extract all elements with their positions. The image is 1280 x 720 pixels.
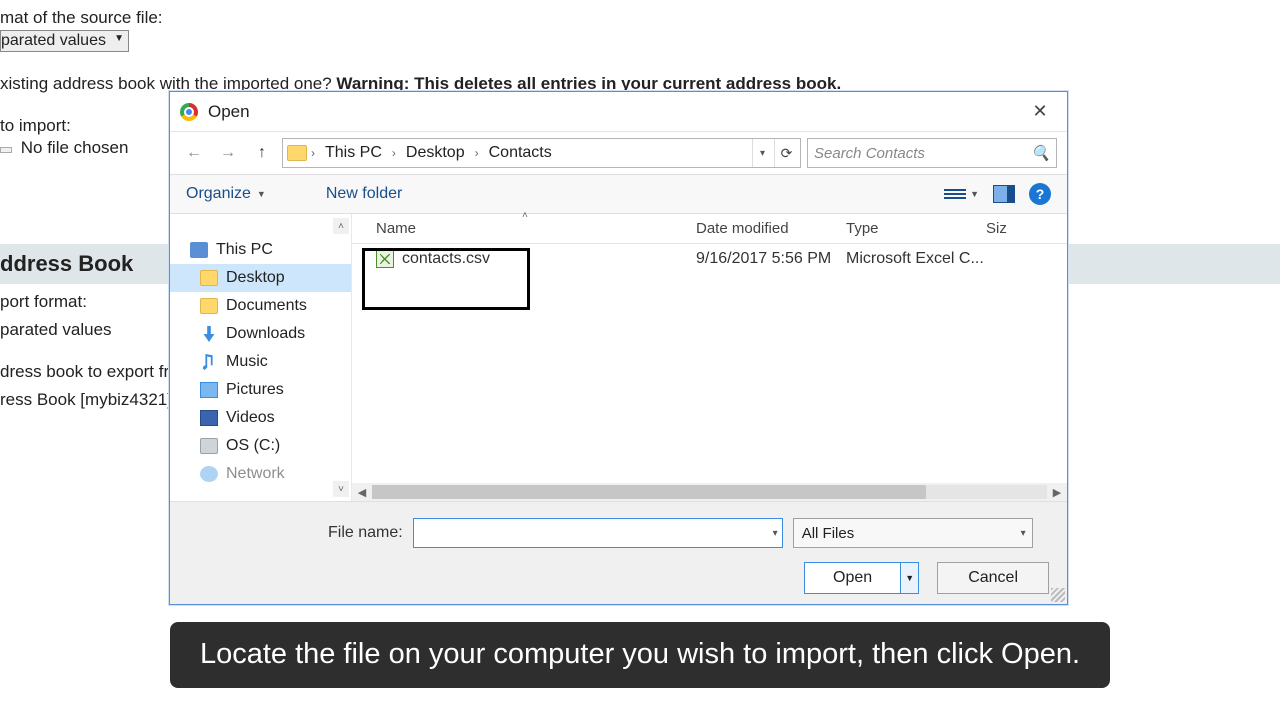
nav-tree: ˄ This PC Desktop Documents Downloads Mu… bbox=[170, 214, 352, 501]
back-button[interactable]: ← bbox=[180, 139, 208, 167]
up-icon bbox=[258, 144, 266, 162]
tree-scroll-down[interactable]: ˅ bbox=[333, 481, 349, 497]
file-name: contacts.csv bbox=[402, 250, 490, 268]
file-row-contacts[interactable]: contacts.csv 9/16/2017 5:56 PM Microsoft… bbox=[352, 244, 1067, 274]
help-button[interactable]: ? bbox=[1029, 183, 1051, 205]
col-size[interactable]: Siz bbox=[986, 220, 1026, 237]
search-input[interactable]: Search Contacts 🔍 bbox=[807, 138, 1057, 168]
source-format-value: parated values bbox=[1, 32, 106, 49]
chevron-down-icon[interactable]: ▾ bbox=[773, 528, 778, 539]
network-icon bbox=[200, 466, 218, 482]
folder-icon bbox=[287, 145, 307, 161]
col-type[interactable]: Type bbox=[846, 220, 986, 237]
preview-pane-button[interactable] bbox=[993, 185, 1015, 203]
folder-icon bbox=[200, 298, 218, 314]
chevron-right-icon: › bbox=[392, 146, 396, 160]
organize-label: Organize bbox=[186, 185, 251, 203]
h-scrollbar[interactable]: ◀ ▶ bbox=[352, 483, 1067, 501]
tree-scroll-up[interactable]: ˄ bbox=[333, 218, 349, 234]
open-button[interactable]: Open ▼ bbox=[804, 562, 919, 594]
crumb-this-pc[interactable]: This PC bbox=[319, 142, 388, 164]
column-headers: ˄ Name Date modified Type Siz bbox=[352, 214, 1067, 244]
crumb-desktop[interactable]: Desktop bbox=[400, 142, 471, 164]
nav-row: ← → › This PC › Desktop › Contacts ▾ ⟳ S… bbox=[170, 132, 1067, 174]
folder-icon bbox=[200, 270, 218, 286]
col-name[interactable]: Name bbox=[376, 220, 696, 237]
organize-menu[interactable]: Organize ▼ bbox=[186, 185, 266, 203]
pictures-icon bbox=[200, 382, 218, 398]
chevron-down-icon[interactable]: ▼ bbox=[970, 189, 979, 199]
choose-file-button[interactable] bbox=[0, 147, 12, 153]
tutorial-caption: Locate the file on your computer you wis… bbox=[170, 622, 1110, 688]
crumb-contacts[interactable]: Contacts bbox=[483, 142, 558, 164]
dialog-body: ˄ This PC Desktop Documents Downloads Mu… bbox=[170, 214, 1067, 502]
pc-icon bbox=[190, 242, 208, 258]
toolbar: Organize ▼ New folder ▼ ? bbox=[170, 174, 1067, 214]
chevron-down-icon: ▼ bbox=[257, 189, 266, 199]
up-button[interactable] bbox=[248, 139, 276, 167]
file-list-pane: ˄ Name Date modified Type Siz contacts.c… bbox=[352, 214, 1067, 501]
filetype-value: All Files bbox=[802, 525, 855, 542]
source-format-label: mat of the source file: bbox=[0, 8, 1280, 28]
tree-downloads[interactable]: Downloads bbox=[170, 320, 351, 348]
chrome-icon bbox=[180, 103, 198, 121]
tree-documents[interactable]: Documents bbox=[170, 292, 351, 320]
cancel-button[interactable]: Cancel bbox=[937, 562, 1049, 594]
open-button-label[interactable]: Open bbox=[805, 563, 900, 593]
dialog-footer: File name: ▾ All Files ▾ Open ▼ Cancel bbox=[170, 502, 1067, 604]
refresh-button[interactable]: ⟳ bbox=[774, 139, 798, 167]
open-split-dropdown[interactable]: ▼ bbox=[900, 563, 918, 593]
source-format-select[interactable]: parated values bbox=[0, 30, 129, 52]
scroll-left-icon[interactable]: ◀ bbox=[352, 486, 372, 499]
breadcrumb[interactable]: › This PC › Desktop › Contacts ▾ ⟳ bbox=[282, 138, 801, 168]
search-icon: 🔍 bbox=[1031, 144, 1050, 162]
dialog-title: Open bbox=[208, 102, 250, 122]
music-icon bbox=[200, 354, 218, 370]
no-file-chosen: No file chosen bbox=[21, 138, 129, 157]
open-dialog: Open ✕ ← → › This PC › Desktop › Contact… bbox=[169, 91, 1068, 605]
chevron-down-icon: ▾ bbox=[1021, 528, 1026, 539]
sort-indicator-icon: ˄ bbox=[522, 210, 528, 221]
chevron-right-icon: › bbox=[475, 146, 479, 160]
titlebar: Open ✕ bbox=[170, 92, 1067, 132]
tree-videos[interactable]: Videos bbox=[170, 404, 351, 432]
resize-grip[interactable] bbox=[1051, 588, 1065, 602]
tree-drive[interactable]: OS (C:) bbox=[170, 432, 351, 460]
tree-this-pc[interactable]: This PC bbox=[170, 236, 351, 264]
forward-button[interactable]: → bbox=[214, 139, 242, 167]
scroll-right-icon[interactable]: ▶ bbox=[1047, 486, 1067, 499]
close-button[interactable]: ✕ bbox=[1019, 97, 1061, 127]
chevron-right-icon: › bbox=[311, 146, 315, 160]
search-placeholder: Search Contacts bbox=[814, 145, 925, 162]
scroll-thumb[interactable] bbox=[372, 485, 926, 499]
tree-music[interactable]: Music bbox=[170, 348, 351, 376]
path-dropdown[interactable]: ▾ bbox=[752, 139, 772, 167]
filename-label: File name: bbox=[328, 524, 403, 542]
tree-network[interactable]: Network bbox=[170, 460, 351, 488]
section-title: ddress Book bbox=[0, 251, 133, 277]
view-list-button[interactable] bbox=[944, 183, 966, 205]
new-folder-button[interactable]: New folder bbox=[326, 185, 402, 203]
filetype-select[interactable]: All Files ▾ bbox=[793, 518, 1033, 548]
scroll-track[interactable] bbox=[372, 485, 1047, 499]
file-date: 9/16/2017 5:56 PM bbox=[696, 250, 846, 268]
col-date[interactable]: Date modified bbox=[696, 220, 846, 237]
filename-input[interactable]: ▾ bbox=[413, 518, 783, 548]
excel-csv-icon bbox=[376, 250, 394, 268]
tree-pictures[interactable]: Pictures bbox=[170, 376, 351, 404]
downloads-icon bbox=[200, 326, 218, 342]
tree-desktop[interactable]: Desktop bbox=[170, 264, 351, 292]
file-type: Microsoft Excel C... bbox=[846, 250, 986, 268]
drive-icon bbox=[200, 438, 218, 454]
videos-icon bbox=[200, 410, 218, 426]
